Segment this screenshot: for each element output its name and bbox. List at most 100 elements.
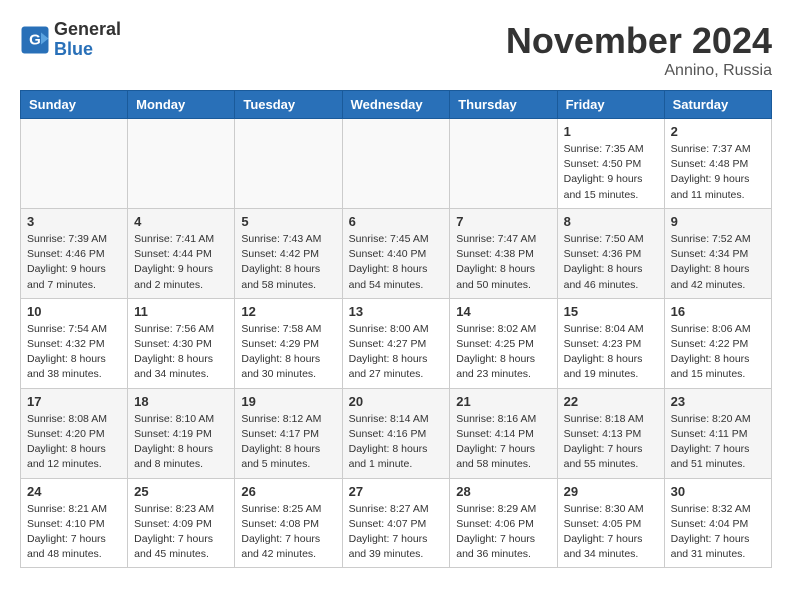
day-number: 18 [134, 394, 228, 409]
day-info: Sunrise: 7:35 AM Sunset: 4:50 PM Dayligh… [564, 142, 658, 203]
calendar-cell: 3 Sunrise: 7:39 AM Sunset: 4:46 PM Daylig… [21, 208, 128, 298]
day-info: Sunrise: 7:47 AM Sunset: 4:38 PM Dayligh… [456, 232, 550, 293]
day-number: 25 [134, 484, 228, 499]
day-number: 11 [134, 304, 228, 319]
calendar-cell: 6Sunrise: 7:45 AM Sunset: 4:40 PM Daylig… [342, 208, 450, 298]
logo-blue: Blue [54, 40, 121, 60]
calendar-cell: 21 Sunrise: 8:16 AM Sunset: 4:14 PM Dayli… [450, 388, 557, 478]
day-info: Sunrise: 8:32 AM Sunset: 4:04 PM Dayligh… [671, 502, 765, 563]
calendar-week-row: 24Sunrise: 8:21 AM Sunset: 4:10 PM Dayli… [21, 478, 772, 568]
day-number: 17 [27, 394, 121, 409]
day-info: Sunrise: 8:06 AM Sunset: 4:22 PM Dayligh… [671, 322, 765, 383]
day-info: Sunrise: 8:27 AM Sunset: 4:07 PM Dayligh… [349, 502, 444, 563]
calendar-cell: 14Sunrise: 8:02 AM Sunset: 4:25 PM Dayli… [450, 298, 557, 388]
calendar-cell: 11 Sunrise: 7:56 AM Sunset: 4:30 PM Dayli… [128, 298, 235, 388]
day-info: Sunrise: 8:12 AM Sunset: 4:17 PM Dayligh… [241, 412, 335, 473]
calendar-cell: 16 Sunrise: 8:06 AM Sunset: 4:22 PM Dayli… [664, 298, 771, 388]
calendar-cell: 13Sunrise: 8:00 AM Sunset: 4:27 PM Dayli… [342, 298, 450, 388]
month-title: November 2024 [506, 20, 772, 62]
logo: G General Blue [20, 20, 121, 60]
calendar-cell: 30 Sunrise: 8:32 AM Sunset: 4:04 PM Dayli… [664, 478, 771, 568]
day-info: Sunrise: 8:23 AM Sunset: 4:09 PM Dayligh… [134, 502, 228, 563]
calendar-week-row: 1 Sunrise: 7:35 AM Sunset: 4:50 PM Daylig… [21, 119, 772, 209]
calendar-cell: 25 Sunrise: 8:23 AM Sunset: 4:09 PM Dayli… [128, 478, 235, 568]
day-info: Sunrise: 7:52 AM Sunset: 4:34 PM Dayligh… [671, 232, 765, 293]
day-number: 16 [671, 304, 765, 319]
calendar-cell: 17Sunrise: 8:08 AM Sunset: 4:20 PM Dayli… [21, 388, 128, 478]
weekday-header: Monday [128, 91, 235, 119]
day-number: 8 [564, 214, 658, 229]
svg-text:G: G [29, 31, 41, 48]
calendar-cell: 9 Sunrise: 7:52 AM Sunset: 4:34 PM Daylig… [664, 208, 771, 298]
day-number: 7 [456, 214, 550, 229]
calendar-week-row: 17Sunrise: 8:08 AM Sunset: 4:20 PM Dayli… [21, 388, 772, 478]
calendar-cell [235, 119, 342, 209]
weekday-header: Sunday [21, 91, 128, 119]
day-number: 9 [671, 214, 765, 229]
calendar-cell: 24Sunrise: 8:21 AM Sunset: 4:10 PM Dayli… [21, 478, 128, 568]
day-number: 14 [456, 304, 550, 319]
calendar-cell [450, 119, 557, 209]
day-info: Sunrise: 8:29 AM Sunset: 4:06 PM Dayligh… [456, 502, 550, 563]
calendar-cell: 5Sunrise: 7:43 AM Sunset: 4:42 PM Daylig… [235, 208, 342, 298]
day-info: Sunrise: 7:56 AM Sunset: 4:30 PM Dayligh… [134, 322, 228, 383]
calendar-cell: 29Sunrise: 8:30 AM Sunset: 4:05 PM Dayli… [557, 478, 664, 568]
day-number: 20 [349, 394, 444, 409]
calendar-cell: 4 Sunrise: 7:41 AM Sunset: 4:44 PM Daylig… [128, 208, 235, 298]
day-info: Sunrise: 8:21 AM Sunset: 4:10 PM Dayligh… [27, 502, 121, 563]
day-number: 4 [134, 214, 228, 229]
day-info: Sunrise: 8:16 AM Sunset: 4:14 PM Dayligh… [456, 412, 550, 473]
day-info: Sunrise: 8:20 AM Sunset: 4:11 PM Dayligh… [671, 412, 765, 473]
calendar-cell: 8Sunrise: 7:50 AM Sunset: 4:36 PM Daylig… [557, 208, 664, 298]
calendar-cell: 10Sunrise: 7:54 AM Sunset: 4:32 PM Dayli… [21, 298, 128, 388]
day-number: 6 [349, 214, 444, 229]
weekday-header: Friday [557, 91, 664, 119]
location: Annino, Russia [506, 62, 772, 80]
calendar-cell [128, 119, 235, 209]
calendar-cell [342, 119, 450, 209]
day-info: Sunrise: 7:37 AM Sunset: 4:48 PM Dayligh… [671, 142, 765, 203]
day-info: Sunrise: 8:30 AM Sunset: 4:05 PM Dayligh… [564, 502, 658, 563]
calendar-cell: 28Sunrise: 8:29 AM Sunset: 4:06 PM Dayli… [450, 478, 557, 568]
logo-icon: G [20, 25, 50, 55]
day-info: Sunrise: 8:25 AM Sunset: 4:08 PM Dayligh… [241, 502, 335, 563]
day-number: 3 [27, 214, 121, 229]
calendar-cell: 12Sunrise: 7:58 AM Sunset: 4:29 PM Dayli… [235, 298, 342, 388]
weekday-header: Thursday [450, 91, 557, 119]
day-number: 27 [349, 484, 444, 499]
calendar-cell: 27 Sunrise: 8:27 AM Sunset: 4:07 PM Dayli… [342, 478, 450, 568]
calendar-cell: 23 Sunrise: 8:20 AM Sunset: 4:11 PM Dayli… [664, 388, 771, 478]
day-number: 30 [671, 484, 765, 499]
calendar-week-row: 10Sunrise: 7:54 AM Sunset: 4:32 PM Dayli… [21, 298, 772, 388]
day-info: Sunrise: 7:41 AM Sunset: 4:44 PM Dayligh… [134, 232, 228, 293]
day-info: Sunrise: 7:58 AM Sunset: 4:29 PM Dayligh… [241, 322, 335, 383]
day-info: Sunrise: 7:54 AM Sunset: 4:32 PM Dayligh… [27, 322, 121, 383]
day-info: Sunrise: 7:39 AM Sunset: 4:46 PM Dayligh… [27, 232, 121, 293]
day-number: 22 [564, 394, 658, 409]
day-info: Sunrise: 8:18 AM Sunset: 4:13 PM Dayligh… [564, 412, 658, 473]
day-number: 13 [349, 304, 444, 319]
day-number: 23 [671, 394, 765, 409]
weekday-header: Wednesday [342, 91, 450, 119]
calendar-cell: 20 Sunrise: 8:14 AM Sunset: 4:16 PM Dayli… [342, 388, 450, 478]
logo-general: General [54, 20, 121, 40]
calendar-cell: 19 Sunrise: 8:12 AM Sunset: 4:17 PM Dayli… [235, 388, 342, 478]
day-number: 1 [564, 124, 658, 139]
day-info: Sunrise: 8:10 AM Sunset: 4:19 PM Dayligh… [134, 412, 228, 473]
day-number: 15 [564, 304, 658, 319]
weekday-header: Tuesday [235, 91, 342, 119]
calendar-cell [21, 119, 128, 209]
day-number: 21 [456, 394, 550, 409]
calendar-cell: 18 Sunrise: 8:10 AM Sunset: 4:19 PM Dayli… [128, 388, 235, 478]
day-number: 26 [241, 484, 335, 499]
calendar-cell: 26 Sunrise: 8:25 AM Sunset: 4:08 PM Dayli… [235, 478, 342, 568]
day-info: Sunrise: 8:04 AM Sunset: 4:23 PM Dayligh… [564, 322, 658, 383]
day-number: 5 [241, 214, 335, 229]
day-number: 2 [671, 124, 765, 139]
calendar-table: SundayMondayTuesdayWednesdayThursdayFrid… [20, 90, 772, 568]
weekday-header: Saturday [664, 91, 771, 119]
day-number: 19 [241, 394, 335, 409]
day-info: Sunrise: 8:14 AM Sunset: 4:16 PM Dayligh… [349, 412, 444, 473]
calendar-cell: 2 Sunrise: 7:37 AM Sunset: 4:48 PM Daylig… [664, 119, 771, 209]
page-header: G General Blue November 2024 Annino, Rus… [20, 20, 772, 80]
